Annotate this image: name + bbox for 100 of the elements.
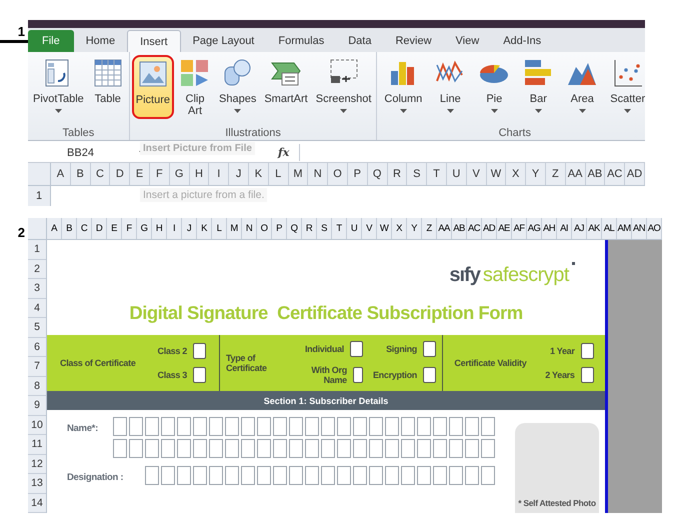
character-box[interactable] bbox=[465, 439, 479, 458]
function-button[interactable]: fx bbox=[274, 146, 294, 159]
character-box[interactable] bbox=[321, 466, 335, 485]
character-box[interactable] bbox=[289, 417, 303, 436]
character-box[interactable] bbox=[257, 439, 271, 458]
character-box[interactable] bbox=[321, 439, 335, 458]
character-box[interactable] bbox=[481, 417, 495, 436]
character-box[interactable] bbox=[241, 466, 255, 485]
character-box[interactable] bbox=[369, 439, 383, 458]
ribbon-tab[interactable]: Insert bbox=[127, 30, 181, 52]
character-box[interactable] bbox=[305, 466, 319, 485]
character-box[interactable] bbox=[273, 466, 287, 485]
character-box[interactable] bbox=[225, 439, 239, 458]
character-box[interactable] bbox=[145, 439, 159, 458]
ribbon-button[interactable]: Area bbox=[561, 55, 604, 119]
character-box[interactable] bbox=[481, 439, 495, 458]
character-box[interactable] bbox=[433, 417, 447, 436]
ribbon-tab[interactable]: File bbox=[28, 30, 74, 52]
character-box[interactable] bbox=[193, 417, 207, 436]
ribbon-button[interactable]: Screenshot bbox=[312, 55, 374, 119]
character-box[interactable] bbox=[129, 439, 143, 458]
character-box[interactable] bbox=[161, 439, 175, 458]
character-box[interactable] bbox=[385, 417, 399, 436]
character-box[interactable] bbox=[209, 417, 223, 436]
character-box[interactable] bbox=[177, 417, 191, 436]
character-box[interactable] bbox=[177, 439, 191, 458]
ribbon-button[interactable]: Bar bbox=[517, 55, 560, 119]
ribbon-tab[interactable]: Formulas bbox=[266, 30, 336, 52]
character-box[interactable] bbox=[353, 466, 367, 485]
character-box[interactable] bbox=[465, 417, 479, 436]
ribbon-button[interactable]: Column bbox=[379, 55, 428, 119]
character-box[interactable] bbox=[401, 466, 415, 485]
character-box[interactable] bbox=[353, 417, 367, 436]
character-box[interactable] bbox=[305, 439, 319, 458]
character-box[interactable] bbox=[321, 417, 335, 436]
character-box[interactable] bbox=[225, 417, 239, 436]
checkbox[interactable] bbox=[423, 366, 436, 383]
character-box[interactable] bbox=[417, 466, 431, 485]
ribbon-tab[interactable]: Page Layout bbox=[180, 30, 266, 52]
character-box[interactable] bbox=[289, 466, 303, 485]
checkbox[interactable] bbox=[423, 340, 436, 357]
ribbon-button[interactable]: PivotTable bbox=[30, 55, 87, 119]
character-box[interactable] bbox=[257, 466, 271, 485]
character-box[interactable] bbox=[161, 417, 175, 436]
character-box[interactable] bbox=[241, 439, 255, 458]
character-box[interactable] bbox=[369, 466, 383, 485]
checkbox[interactable] bbox=[192, 366, 206, 383]
character-box[interactable] bbox=[305, 417, 319, 436]
ribbon-tab[interactable]: View bbox=[444, 30, 492, 52]
character-box[interactable] bbox=[481, 466, 495, 485]
checkbox[interactable] bbox=[352, 366, 363, 383]
character-box[interactable] bbox=[417, 417, 431, 436]
name-box[interactable]: BB24 bbox=[28, 146, 133, 158]
character-box[interactable] bbox=[225, 466, 239, 485]
character-box[interactable] bbox=[385, 439, 399, 458]
ribbon-button[interactable]: Clip Art bbox=[176, 55, 214, 119]
ribbon-button[interactable]: SmartArt bbox=[261, 55, 311, 119]
character-box[interactable] bbox=[417, 439, 431, 458]
character-box[interactable] bbox=[337, 417, 351, 436]
character-box[interactable] bbox=[241, 417, 255, 436]
character-box[interactable] bbox=[273, 417, 287, 436]
character-box[interactable] bbox=[449, 439, 463, 458]
character-box[interactable] bbox=[193, 466, 207, 485]
ribbon-button[interactable]: Shapes bbox=[216, 55, 260, 119]
character-box[interactable] bbox=[161, 466, 175, 485]
character-box[interactable] bbox=[337, 439, 351, 458]
character-box[interactable] bbox=[433, 466, 447, 485]
character-box[interactable] bbox=[433, 439, 447, 458]
ribbon-tab[interactable]: Review bbox=[383, 30, 444, 52]
character-box[interactable] bbox=[193, 439, 207, 458]
checkbox[interactable] bbox=[192, 342, 206, 359]
character-box[interactable] bbox=[449, 466, 463, 485]
character-box[interactable] bbox=[209, 466, 223, 485]
character-box[interactable] bbox=[273, 439, 287, 458]
ribbon-button[interactable]: Line bbox=[429, 55, 472, 119]
character-box[interactable] bbox=[257, 417, 271, 436]
ribbon-tab[interactable]: Data bbox=[336, 30, 384, 52]
ribbon-tab[interactable]: Add-Ins bbox=[491, 30, 554, 52]
character-box[interactable] bbox=[113, 417, 127, 436]
character-box[interactable] bbox=[145, 466, 159, 485]
character-box[interactable] bbox=[353, 439, 367, 458]
character-box[interactable] bbox=[129, 417, 143, 436]
character-box[interactable] bbox=[177, 466, 191, 485]
character-box[interactable] bbox=[337, 466, 351, 485]
ribbon-button[interactable]: Table bbox=[88, 55, 127, 119]
character-box[interactable] bbox=[113, 439, 127, 458]
character-box[interactable] bbox=[449, 417, 463, 436]
checkbox[interactable] bbox=[580, 366, 594, 383]
ribbon-button[interactable]: Pie bbox=[473, 55, 516, 119]
ribbon-tab[interactable]: Home bbox=[74, 30, 128, 52]
character-box[interactable] bbox=[369, 417, 383, 436]
character-box[interactable] bbox=[385, 466, 399, 485]
character-box[interactable] bbox=[145, 417, 159, 436]
ribbon-button[interactable]: Picture bbox=[132, 55, 174, 119]
character-box[interactable] bbox=[401, 439, 415, 458]
ribbon-button[interactable]: Scatter bbox=[605, 55, 645, 119]
character-box[interactable] bbox=[401, 417, 415, 436]
checkbox[interactable] bbox=[580, 342, 594, 359]
character-box[interactable] bbox=[289, 439, 303, 458]
character-box[interactable] bbox=[465, 466, 479, 485]
